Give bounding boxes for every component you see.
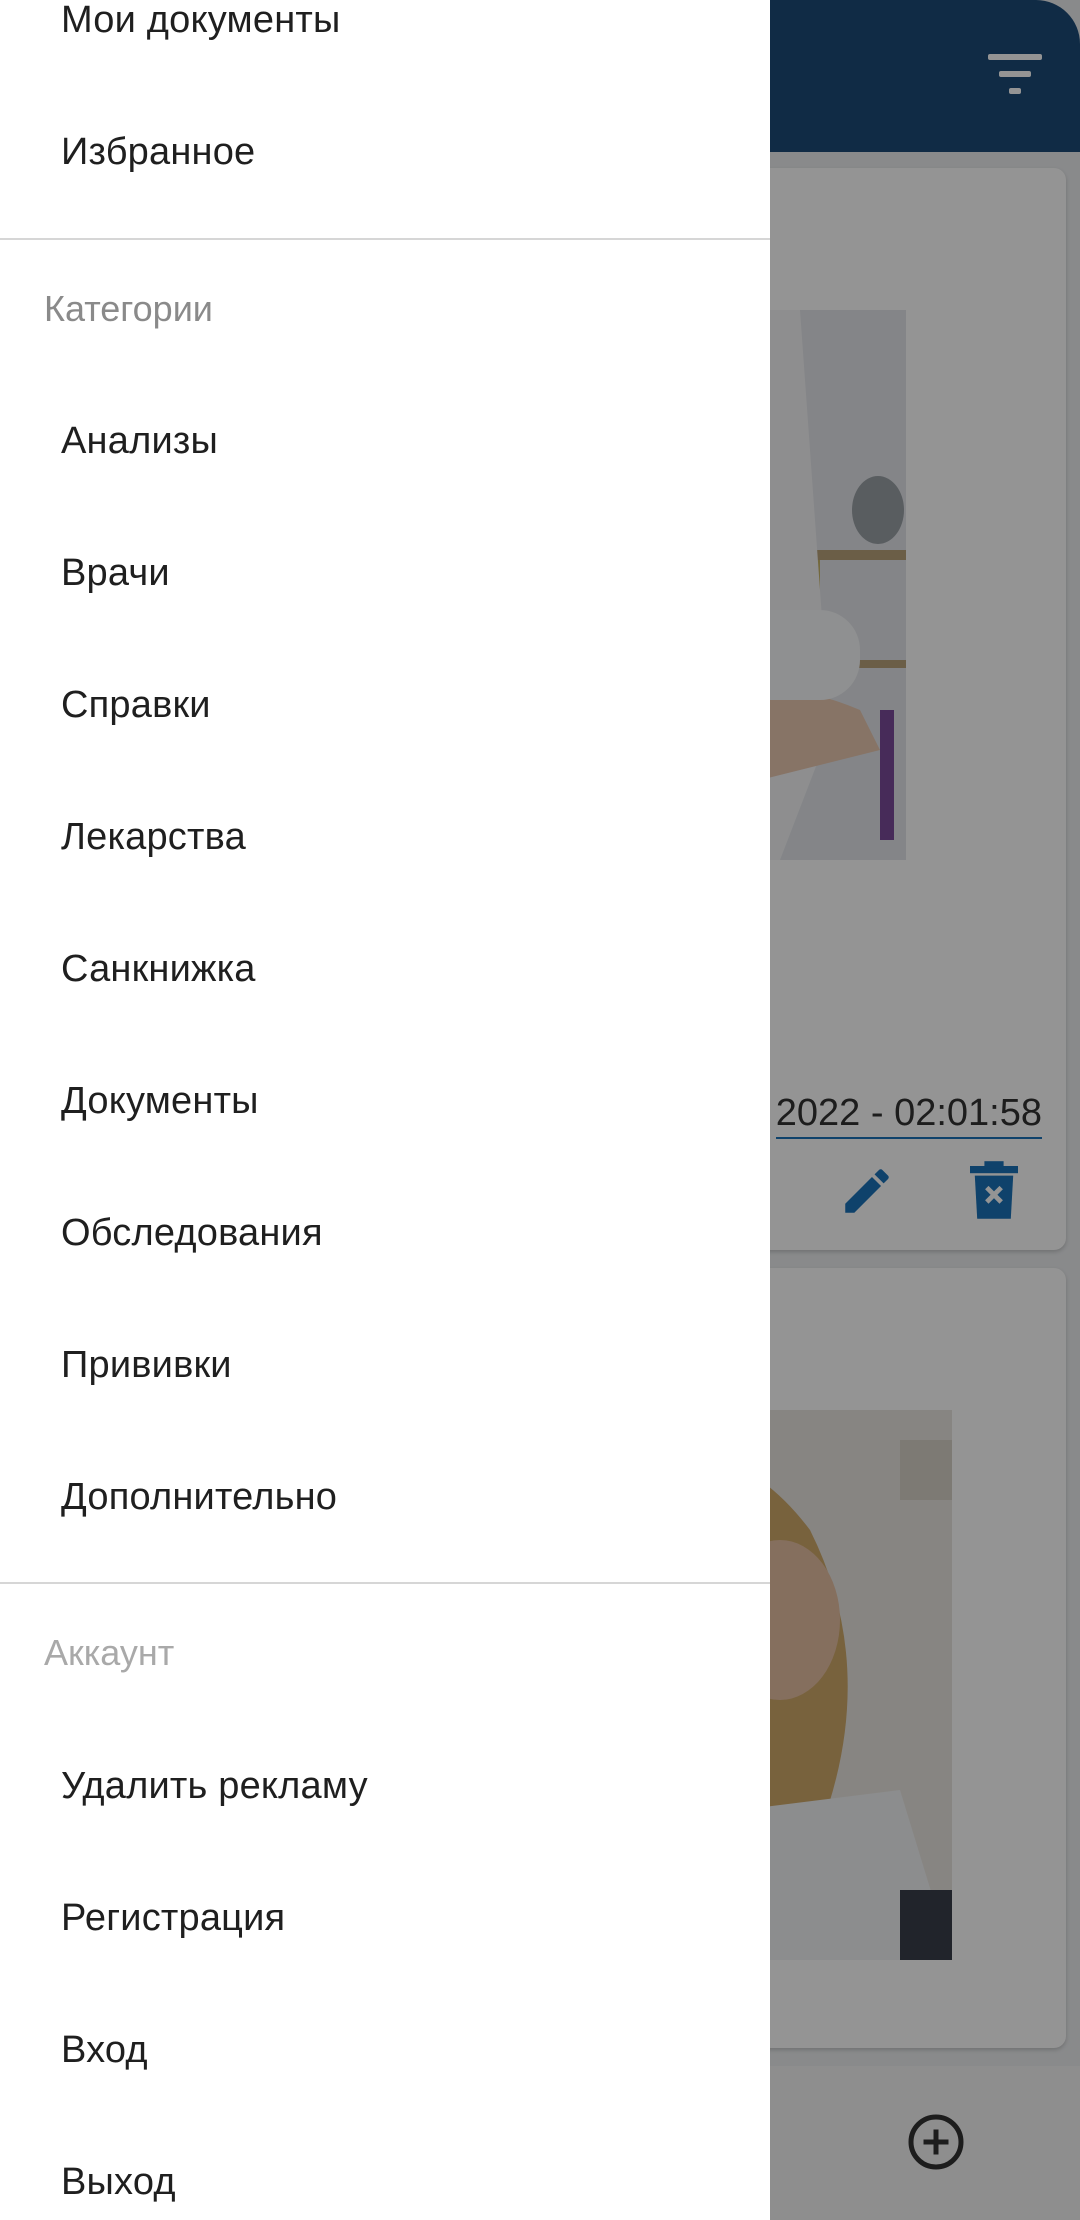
- drawer-divider: [0, 238, 770, 240]
- drawer-item-label: Мои документы: [61, 0, 341, 41]
- drawer-item-additional[interactable]: Дополнительно: [0, 1431, 770, 1563]
- drawer-item-remove-ads[interactable]: Удалить рекламу: [0, 1720, 770, 1852]
- drawer-item-my-documents[interactable]: Мои документы: [0, 0, 770, 86]
- drawer-item-label: Дополнительно: [61, 1475, 338, 1518]
- drawer-item-logout[interactable]: Выход: [0, 2116, 770, 2220]
- drawer-item-label: Справки: [61, 683, 211, 726]
- drawer-item-doctors[interactable]: Врачи: [0, 507, 770, 639]
- drawer-item-favorites[interactable]: Избранное: [0, 86, 770, 218]
- drawer-item-label: Лекарства: [61, 815, 246, 858]
- drawer-divider: [0, 1582, 770, 1584]
- drawer-item-medicines[interactable]: Лекарства: [0, 771, 770, 903]
- drawer-item-label: Врачи: [61, 551, 170, 594]
- drawer-item-label: Санкнижка: [61, 947, 256, 990]
- section-header-account: Аккаунт: [44, 1632, 175, 1673]
- drawer-item-register[interactable]: Регистрация: [0, 1852, 770, 1984]
- drawer-item-label: Удалить рекламу: [61, 1764, 368, 1807]
- drawer-item-label: Регистрация: [61, 1896, 286, 1939]
- navigation-drawer: Мои документы Избранное Категории Анализ…: [0, 0, 770, 2220]
- drawer-item-analyses[interactable]: Анализы: [0, 375, 770, 507]
- drawer-item-label: Документы: [61, 1079, 259, 1122]
- drawer-item-label: Анализы: [61, 419, 218, 462]
- drawer-item-certificates[interactable]: Справки: [0, 639, 770, 771]
- drawer-item-label: Избранное: [61, 130, 256, 173]
- drawer-item-examinations[interactable]: Обследования: [0, 1167, 770, 1299]
- drawer-item-label: Выход: [61, 2160, 176, 2203]
- drawer-item-health-book[interactable]: Санкнижка: [0, 903, 770, 1035]
- drawer-item-vaccinations[interactable]: Прививки: [0, 1299, 770, 1431]
- section-header-categories: Категории: [44, 288, 213, 329]
- drawer-item-label: Прививки: [61, 1343, 232, 1386]
- drawer-item-documents[interactable]: Документы: [0, 1035, 770, 1167]
- drawer-item-label: Обследования: [61, 1211, 323, 1254]
- drawer-item-label: Вход: [61, 2028, 148, 2071]
- drawer-item-login[interactable]: Вход: [0, 1984, 770, 2116]
